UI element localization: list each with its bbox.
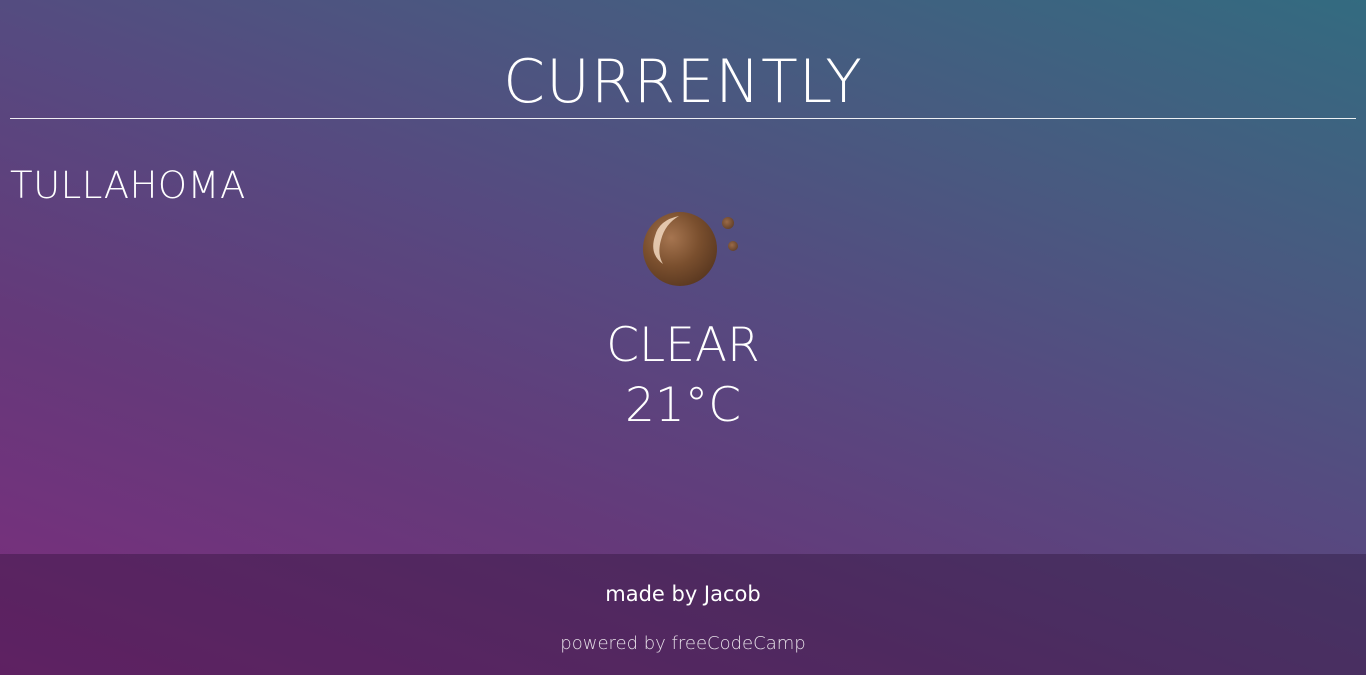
footer-credit: made by Jacob: [605, 582, 761, 606]
footer: [0, 554, 1366, 675]
temperature: 21°C: [624, 378, 742, 433]
city-name: TULLAHOMA: [10, 164, 246, 207]
footer-powered-by: powered by freeCodeCamp: [560, 633, 806, 654]
page-title: CURRENTLY: [503, 47, 863, 117]
weather-condition: CLEAR: [606, 318, 760, 373]
header-divider: [10, 118, 1356, 119]
moon-icon: [635, 206, 745, 296]
